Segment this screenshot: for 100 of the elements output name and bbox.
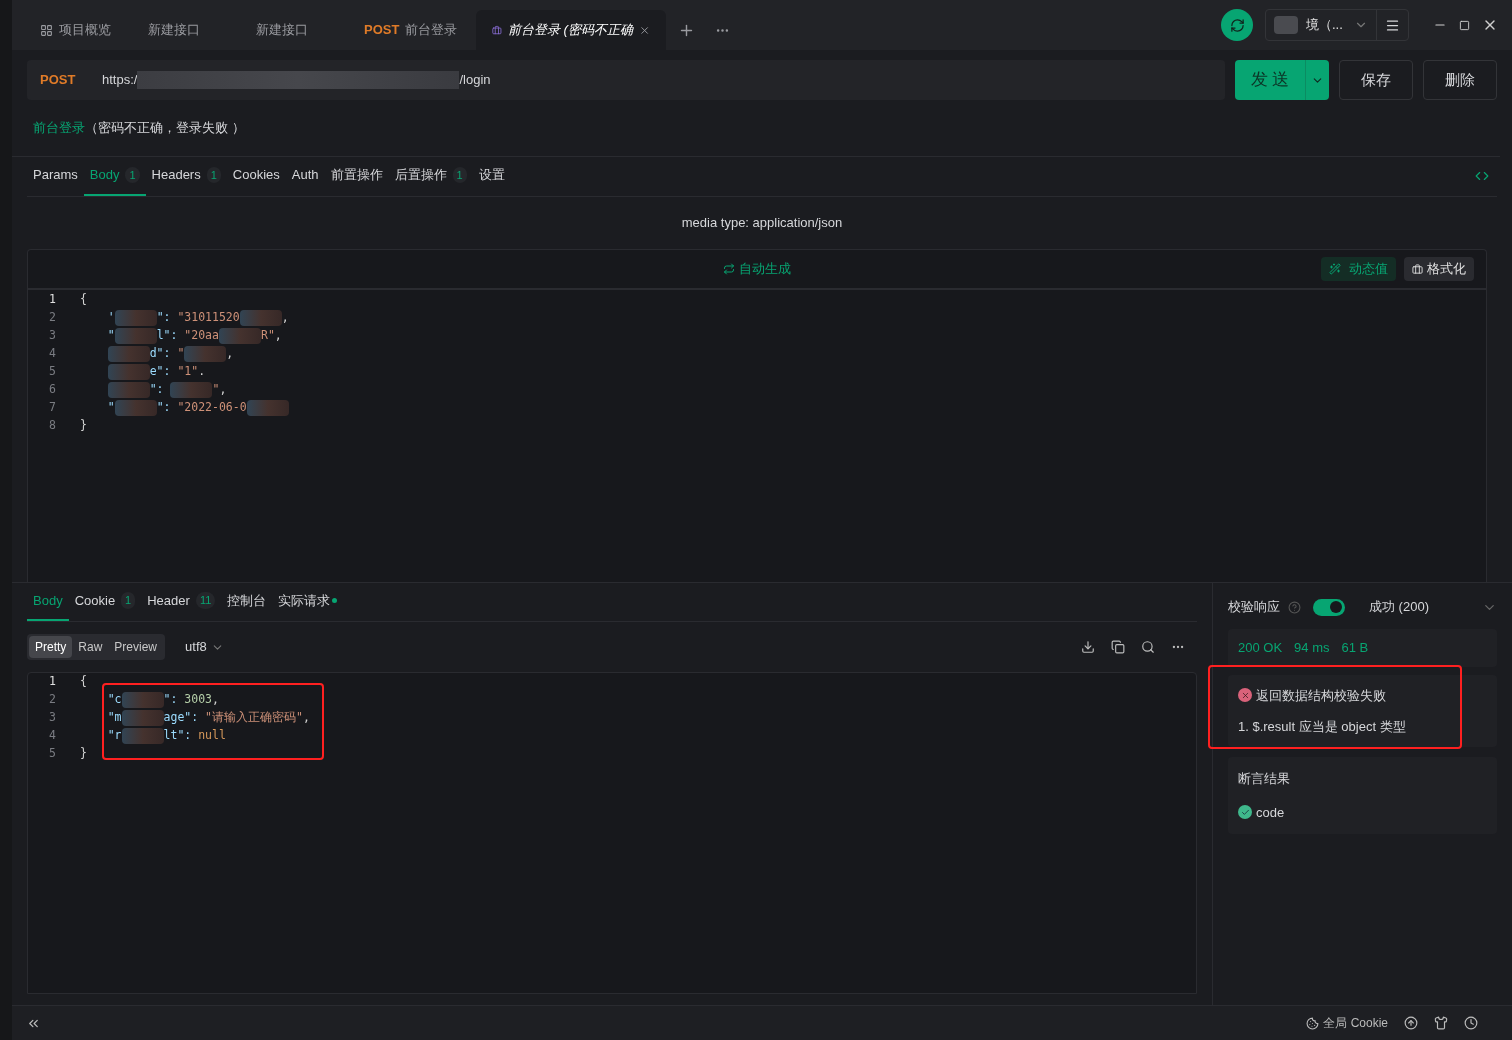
count-badge: 1 (121, 592, 136, 609)
line-number: 5 (48, 363, 57, 381)
code-line: " l": "20aa R", (106, 327, 282, 345)
line-number: 5 (48, 745, 57, 763)
auto-generate-label: 自动生成 (739, 260, 791, 279)
api-link[interactable]: 前台登录 (33, 118, 85, 138)
body-editor[interactable]: 自动生成 动态值 格式化 1 { 2 ' ": "31011520 , 3 " l": "20aa R", 4 d": " , 5 e": "1". 6 ": ", 7 " ": "2022-06-0 8 } (27, 249, 1487, 582)
count-badge: 1 (125, 166, 140, 184)
case-name: （密码不正确，登录失败 ） (85, 119, 245, 138)
code-line: "c ": 3003, (106, 691, 219, 709)
code-line: e": "1". (80, 363, 206, 381)
view-mode-tab[interactable]: Preview (108, 636, 164, 658)
count-badge: 1 (452, 166, 467, 184)
request-tab[interactable]: Cookies (226, 156, 286, 196)
response-tab[interactable]: 实际请求 (272, 582, 344, 621)
cookie-icon (1306, 1016, 1320, 1030)
line-number: 3 (48, 709, 57, 727)
code-icon[interactable] (1475, 169, 1489, 183)
status-code: 200 OK (1238, 639, 1283, 658)
validation-result: 成功 (200) (1369, 598, 1429, 617)
tab-label: 项目概览 (59, 21, 111, 40)
response-tab[interactable]: 控制台 (221, 582, 273, 621)
method-label: POST (364, 21, 400, 40)
response-time: 94 ms (1294, 639, 1330, 658)
assertion-label: code (1256, 803, 1285, 822)
code-line: d": " , (80, 345, 234, 363)
url-start: https:/ (102, 71, 138, 90)
briefcase-icon (1412, 263, 1423, 275)
tab-label: 新建接口 (148, 21, 200, 40)
tab[interactable]: 新建接口 (240, 10, 348, 50)
response-tab[interactable]: Body (27, 582, 69, 621)
maximize-icon[interactable] (1459, 19, 1470, 31)
sync-icon (1229, 17, 1245, 33)
validation-label: 校验响应 (1228, 598, 1280, 617)
save-button[interactable]: 保存 (1339, 60, 1413, 100)
error-icon (1238, 688, 1252, 703)
request-tab[interactable]: 后置操作 1 (388, 156, 473, 196)
request-tab[interactable]: 前置操作 (324, 156, 389, 196)
shirt-icon[interactable] (1434, 1016, 1448, 1030)
response-tab[interactable]: Header 11 (141, 582, 222, 621)
code-line: } (80, 417, 87, 435)
line-number: 2 (48, 691, 57, 709)
line-number: 3 (48, 327, 57, 345)
upload-icon[interactable] (1404, 1016, 1418, 1030)
tab[interactable]: POST 前台登录 (348, 10, 476, 50)
code-line: "m age": "请输入正确密码", (106, 709, 310, 727)
line-number: 8 (48, 417, 57, 435)
sync-button[interactable] (1221, 9, 1253, 41)
method-label: POST (40, 71, 77, 90)
validation-switch[interactable] (1313, 598, 1345, 616)
clock-icon[interactable] (1464, 1016, 1478, 1030)
format-button[interactable]: 格式化 (1404, 257, 1474, 281)
line-number: 6 (48, 381, 57, 399)
request-tab[interactable]: Headers 1 (145, 156, 227, 196)
repeat-icon (723, 263, 735, 275)
view-mode-tab[interactable]: Pretty (29, 636, 73, 658)
request-tab[interactable]: 设置 (472, 156, 511, 196)
tab[interactable]: 前台登录 (密码不正确 (476, 10, 666, 50)
line-number: 4 (48, 727, 57, 745)
tab-label: 前台登录 (密码不正确 (507, 21, 633, 40)
response-size: 61 B (1341, 639, 1369, 658)
global-cookie-button[interactable]: 全局 Cookie (1306, 1014, 1388, 1032)
code-line: { (80, 291, 87, 309)
url-field[interactable]: POST https:/ /login (27, 60, 1225, 100)
copy-icon[interactable] (1111, 640, 1125, 654)
line-number: 4 (48, 345, 57, 363)
code-line: } (80, 745, 87, 763)
code-line: ": ", (80, 381, 227, 399)
tab-label: 新建接口 (256, 21, 308, 40)
auto-generate-link[interactable]: 自动生成 (723, 259, 791, 279)
wand-icon (1329, 263, 1341, 275)
line-number: 7 (48, 399, 57, 417)
code-line: "r lt": null (106, 727, 226, 745)
download-icon[interactable] (1081, 640, 1095, 654)
count-badge: 11 (195, 592, 216, 609)
request-tab[interactable]: Auth (285, 156, 325, 196)
error-detail: 1. $.result 应当是 object 类型 (1238, 718, 1407, 736)
request-tab[interactable]: Body 1 (83, 156, 146, 196)
tab-label: 前台登录 (405, 21, 458, 40)
search-icon[interactable] (1141, 640, 1155, 654)
tab[interactable]: 新建接口 (132, 10, 240, 50)
line-number: 2 (48, 309, 57, 327)
dynamic-value-button[interactable]: 动态值 (1321, 257, 1396, 281)
request-tab[interactable]: Params (27, 156, 84, 196)
url-end: /login (459, 71, 491, 90)
line-number: 1 (48, 673, 57, 691)
media-type: media type: application/json (681, 214, 843, 233)
code-line: { (80, 673, 87, 691)
encoding-select[interactable]: utf8 (185, 637, 224, 657)
code-line: " ": "2022-06-0 (80, 399, 289, 417)
line-number: 1 (48, 291, 57, 309)
grid-icon (40, 23, 53, 37)
code-line: ' ": "31011520 , (106, 309, 289, 327)
case-icon (492, 23, 502, 37)
delete-button[interactable]: 删除 (1423, 60, 1497, 100)
view-mode-tab[interactable]: Raw (72, 636, 109, 658)
assertions-title: 断言结果 (1238, 770, 1291, 788)
send-button[interactable]: 发 送 (1235, 60, 1329, 100)
response-tab[interactable]: Cookie 1 (68, 582, 142, 621)
tab[interactable]: 项目概览 (24, 10, 132, 50)
